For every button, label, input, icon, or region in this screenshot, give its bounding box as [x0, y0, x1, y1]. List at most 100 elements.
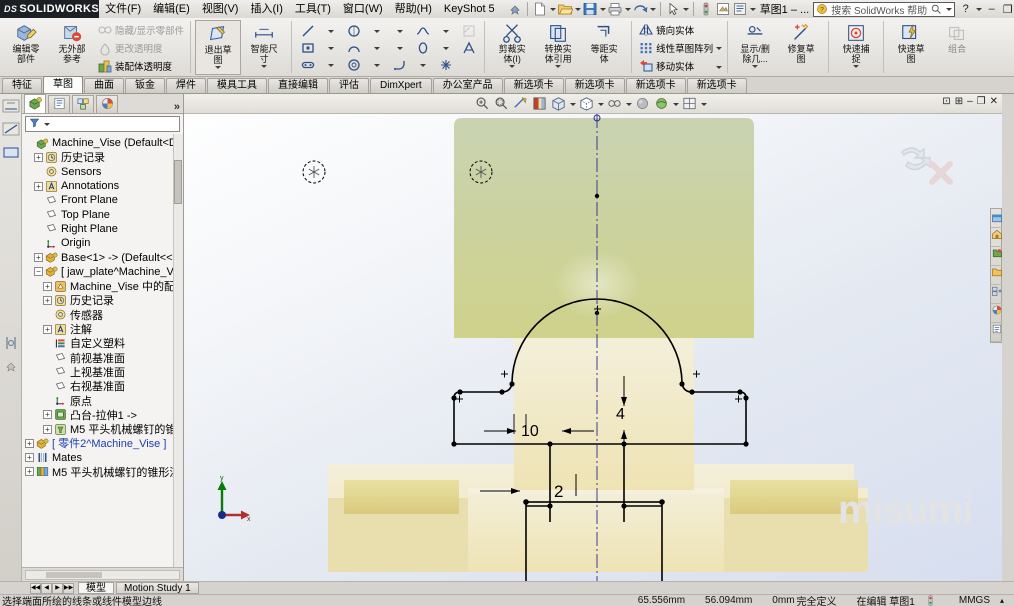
mate-rail-icon[interactable]	[1, 333, 21, 353]
doc-restore-2-button[interactable]: ⊞	[955, 96, 963, 107]
chevron-down-icon[interactable]	[752, 64, 758, 68]
tree-item[interactable]: + [ 零件2^Machine_Vise ]	[22, 436, 183, 450]
tree-item[interactable]: Machine_Vise (Default<Def	[22, 136, 183, 150]
expand-icon[interactable]: +	[34, 253, 43, 263]
graphics-area[interactable]: ⊡ ⊞ – ❐ ✕ 10 4 2 y x misumi	[184, 94, 1002, 581]
tree-item[interactable]: 上视基准面	[22, 365, 183, 379]
zoom-to-area-icon[interactable]	[493, 95, 510, 112]
assembly-transparency-item[interactable]: 装配体透明度	[97, 57, 184, 74]
menu-item-edit[interactable]: 编辑(E)	[147, 1, 196, 17]
expand-icon[interactable]: +	[43, 424, 52, 434]
design-library-icon[interactable]	[991, 228, 1002, 247]
tab-surfaces[interactable]: 曲面	[84, 78, 124, 93]
chevron-down-icon[interactable]	[442, 40, 450, 56]
collapse-icon[interactable]: −	[34, 267, 43, 277]
tab-sheet-metal[interactable]: 钣金	[125, 78, 165, 93]
view-orientation-icon[interactable]	[550, 95, 567, 112]
tab-weldments[interactable]: 焊件	[166, 78, 206, 93]
chevron-down-icon[interactable]	[574, 1, 581, 17]
tree-item[interactable]: Right Plane	[22, 222, 183, 236]
chevron-down-icon[interactable]	[396, 23, 404, 39]
units-caret-icon[interactable]: ▴	[1000, 596, 1014, 605]
appearances-scenes-icon[interactable]	[991, 304, 1002, 323]
expand-icon[interactable]: +	[43, 281, 52, 291]
tree-item[interactable]: + 历史记录	[22, 293, 183, 307]
rebuild-indicator-icon[interactable]	[925, 595, 937, 606]
convert-entities-button[interactable]: 转换实 体引用	[535, 20, 581, 75]
chevron-down-icon[interactable]	[672, 96, 679, 112]
file-explorer-icon[interactable]	[991, 247, 1002, 266]
combine-button[interactable]: 组合	[934, 20, 980, 75]
tree-scroll-thumb[interactable]	[174, 160, 182, 204]
display-delete-relations-button[interactable]: 显示/删 除几...	[732, 20, 778, 75]
property-manager-tab[interactable]	[48, 95, 70, 113]
search-input[interactable]: 搜索 SolidWorks 帮助	[831, 2, 927, 17]
tree-item[interactable]: − [ jaw_plate^Machine_Vis	[22, 265, 183, 279]
chevron-down-icon[interactable]	[945, 1, 953, 17]
tab-new-2[interactable]: 新选项卡	[564, 78, 625, 93]
expand-panel-chevron-icon[interactable]: »	[174, 101, 180, 113]
expand-icon[interactable]: +	[43, 295, 52, 305]
chevron-down-icon[interactable]	[569, 96, 576, 112]
search-icon[interactable]	[991, 266, 1002, 285]
view-settings-icon[interactable]	[653, 95, 670, 112]
trim-entities-button[interactable]: 剪裁实 体(I)	[489, 20, 535, 75]
chevron-down-icon[interactable]	[373, 23, 381, 39]
chevron-down-icon[interactable]	[715, 40, 723, 56]
tree-item[interactable]: + 历史记录	[22, 150, 183, 164]
quick-snaps-button[interactable]: 快速捕 捉	[833, 20, 879, 75]
no-external-ref-button[interactable]: 无外部 参考	[49, 20, 95, 75]
polygon-icon[interactable]	[346, 57, 362, 73]
new-doc-icon[interactable]	[532, 1, 548, 17]
display-manager-tab[interactable]	[96, 95, 118, 113]
line-rail-icon[interactable]	[1, 120, 21, 140]
search-icon[interactable]	[930, 3, 942, 15]
chevron-down-icon[interactable]	[215, 65, 221, 69]
tree-item[interactable]: 传感器	[22, 308, 183, 322]
confirmation-corner[interactable]	[896, 142, 958, 190]
menu-item-window[interactable]: 窗口(W)	[337, 1, 389, 17]
status-units[interactable]: MMGS	[937, 595, 1000, 606]
chevron-down-icon[interactable]	[700, 96, 707, 112]
menu-item-view[interactable]: 视图(V)	[196, 1, 245, 17]
chevron-down-icon[interactable]	[43, 116, 50, 132]
chevron-down-icon[interactable]	[975, 1, 983, 17]
expand-icon[interactable]: +	[34, 181, 43, 191]
feature-tree-tab[interactable]	[24, 94, 46, 113]
tree-item[interactable]: + Annotations	[22, 179, 183, 193]
chevron-down-icon[interactable]	[599, 1, 606, 17]
doc-close-button[interactable]: ✕	[990, 96, 998, 107]
exit-sketch-button[interactable]: 退出草 图	[195, 20, 242, 75]
tab-new-3[interactable]: 新选项卡	[625, 78, 686, 93]
zoom-to-fit-icon[interactable]	[474, 95, 491, 112]
view-palette-icon[interactable]	[991, 285, 1002, 304]
nav-first-button[interactable]: ◀◀	[30, 582, 41, 594]
undo-icon[interactable]	[632, 1, 648, 17]
tab-sketch[interactable]: 草图	[43, 76, 83, 93]
linear-sketch-pattern-item[interactable]: 线性草图阵列	[638, 39, 713, 56]
smart-dim-rail-icon[interactable]	[1, 97, 21, 117]
chevron-down-icon[interactable]	[419, 57, 427, 73]
custom-properties-icon[interactable]	[991, 323, 1002, 342]
pin-rail-icon[interactable]	[1, 356, 21, 376]
chevron-down-icon[interactable]	[373, 57, 381, 73]
expand-icon[interactable]: +	[25, 438, 34, 448]
doc-restore-button[interactable]: ❐	[977, 96, 986, 107]
tree-item[interactable]: + Mates	[22, 451, 183, 465]
menu-item-file[interactable]: 文件(F)	[99, 1, 147, 17]
chevron-down-icon[interactable]	[649, 1, 656, 17]
rebuild-icon[interactable]	[698, 1, 714, 17]
tree-scrollbar[interactable]	[173, 134, 183, 567]
chevron-down-icon[interactable]	[749, 1, 756, 17]
tree-item[interactable]: + M5 平头机械螺钉的锥形沉	[22, 465, 183, 479]
chevron-down-icon[interactable]	[327, 23, 335, 39]
doc-restore-1-button[interactable]: ⊡	[942, 96, 950, 107]
open-icon[interactable]	[557, 1, 574, 17]
solidworks-resources-icon[interactable]	[991, 209, 1002, 228]
viewport-icon[interactable]	[681, 95, 698, 112]
options-icon[interactable]	[732, 1, 748, 17]
menu-item-tools[interactable]: 工具(T)	[289, 1, 337, 17]
tree-item[interactable]: Front Plane	[22, 193, 183, 207]
expand-icon[interactable]: +	[34, 152, 43, 162]
edit-component-button[interactable]: 编辑零 部件	[3, 20, 49, 75]
